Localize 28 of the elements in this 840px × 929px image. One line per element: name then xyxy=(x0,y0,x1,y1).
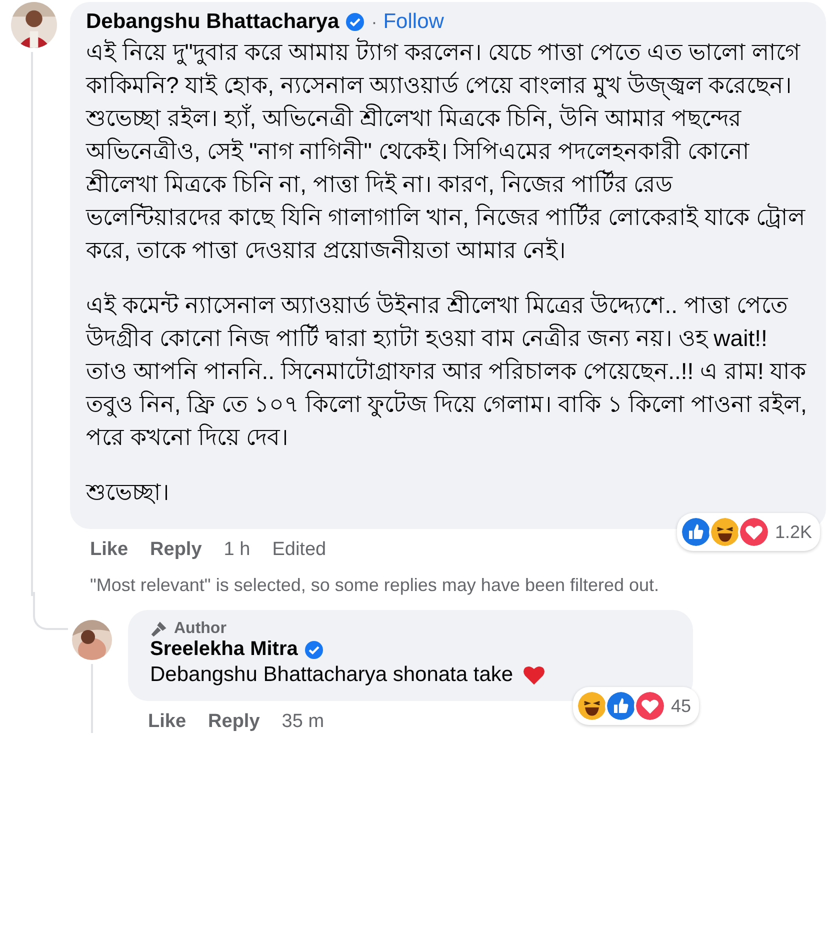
reaction-count: 1.2K xyxy=(774,522,812,542)
timestamp[interactable]: 1 h xyxy=(224,539,250,561)
edited-label: Edited xyxy=(272,539,326,561)
author-label: Author xyxy=(174,620,226,638)
reply-text: Debangshu Bhattacharya shonata take xyxy=(150,663,514,687)
separator-dot: · xyxy=(371,12,378,32)
action-link[interactable]: Reply xyxy=(150,539,202,561)
microphone-icon xyxy=(150,620,168,638)
heart-icon xyxy=(738,516,770,548)
author-name[interactable]: Debangshu Bhattacharya xyxy=(86,10,340,34)
reaction-summary[interactable]: 45 xyxy=(572,687,699,725)
author-name[interactable]: Sreelekha Mitra xyxy=(150,638,298,661)
action-link[interactable]: Reply xyxy=(208,711,260,733)
action-link[interactable]: Like xyxy=(148,711,186,733)
comment-text: এই কমেন্ট ন্যাসেনাল অ্যাওয়ার্ড উইনার শ্রীলেখা মিত্রের উদ্দ্যেশে.. পাত্তা পেতে উদগ্রীব কোনো নিজ পার্টি দ্বারা হ্যাটা হওয়া বাম নেত্রীর জন্য নয়। ওহ wait!! তাও আপনি পাননি.. সিনেমাটোগ্রাফার আর পরিচালক পেয়েছেন..!! এ রাম! যাক তবুও নিন, ফ্রি তে ১০৭ কিলো ফুটেজ দিয়ে গেলাম। বাকি ১ কিলো পাওনা রইল, পরে কখনো দিয়ে দেব। xyxy=(86,290,808,452)
reaction-summary[interactable]: 1.2K xyxy=(676,513,820,551)
laughing-emoji-icon xyxy=(708,516,741,548)
like-icon xyxy=(604,690,637,722)
reaction-count: 45 xyxy=(670,696,691,716)
laughing-emoji-icon xyxy=(576,690,608,722)
comment-text: এই নিয়ে দু"দুবার করে আমায় ট্যাগ করলেন। যেচে পাত্তা পেতে এত ভালো লাগে কাকিমনি? যাই হোক, ন্যসেনাল অ্যাওয়ার্ড পেয়ে বাংলার মুখ উজ্জ্বল করেছেন। শুভেচ্ছা রইল। হ্যাঁ, অভিনেত্রী শ্রীলেখা মিত্রকে চিনি, উনি আমার পছন্দের অভিনেত্রীও, সেই "নাগ নাগিনী" থেকেই। সিপিএমের পদলেহনকারী কোনো শ্রীলেখা মিত্রকে চিনি না, পাত্তা দিই না। কারণ, নিজের পার্টির রেড ভলেন্টিয়ারদের কাছে যিনি গালাগালি খান, নিজের পার্টির লোকেরাই যাকে ট্রোল করে, তাকে পাত্তা দেওয়ার প্রয়োজনীয়তা আমার নেই। xyxy=(86,36,806,265)
timestamp[interactable]: 35 m xyxy=(282,711,324,733)
follow-link[interactable]: Follow xyxy=(383,10,444,34)
like-icon xyxy=(680,516,712,548)
filter-notice: "Most relevant" is selected, so some replies may have been filtered out. xyxy=(89,574,660,596)
action-link[interactable]: Like xyxy=(90,539,128,561)
comment-text: শুভেচ্ছা। xyxy=(86,478,170,507)
heart-icon xyxy=(634,690,666,722)
